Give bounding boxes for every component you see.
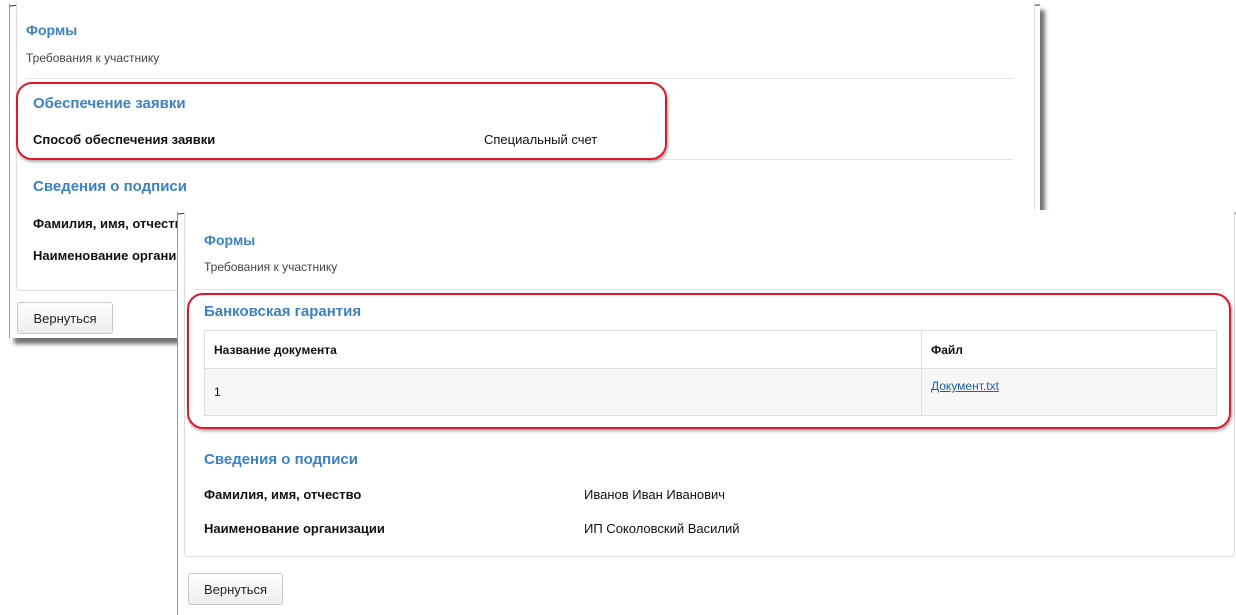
divider	[26, 78, 1013, 79]
column-header-file: Файл	[921, 330, 1217, 369]
org-label: Наименование организации	[204, 521, 385, 536]
column-header-document-name: Название документа	[204, 330, 922, 369]
back-forms-title: Формы	[26, 22, 78, 38]
back-signature-title: Сведения о подписи	[33, 178, 187, 195]
table-row: 1 Документ.txt	[204, 368, 1217, 416]
front-return-button[interactable]: Вернуться	[188, 573, 283, 605]
fio-value: Иванов Иван Иванович	[584, 487, 726, 502]
front-signature-title: Сведения о подписи	[204, 451, 358, 468]
table-header-row: Название документа Файл	[204, 330, 1217, 369]
front-forms-title: Формы	[204, 232, 256, 248]
file-cell: Документ.txt	[921, 368, 1217, 416]
divider	[194, 289, 1222, 290]
security-title: Обеспечение заявки	[33, 95, 186, 112]
security-method-value: Специальный счет	[484, 132, 598, 147]
documents-table: Название документа Файл 1 Документ.txt	[204, 330, 1217, 416]
back-participant-requirements: Требования к участнику	[26, 51, 160, 65]
org-value: ИП Соколовский Василий	[584, 521, 740, 536]
document-name-cell: 1	[204, 368, 922, 416]
front-participant-requirements: Требования к участнику	[204, 260, 338, 274]
security-method-label: Способ обеспечения заявки	[33, 132, 216, 147]
divider	[26, 159, 1013, 160]
back-return-button[interactable]: Вернуться	[17, 302, 113, 334]
fio-label: Фамилия, имя, отчество	[204, 487, 362, 502]
document-file-link[interactable]: Документ.txt	[931, 379, 999, 393]
back-fio-label: Фамилия, имя, отчество	[33, 216, 191, 231]
front-screenshot: Формы Требования к участнику Банковская …	[177, 210, 1236, 615]
guarantee-title: Банковская гарантия	[204, 303, 362, 320]
